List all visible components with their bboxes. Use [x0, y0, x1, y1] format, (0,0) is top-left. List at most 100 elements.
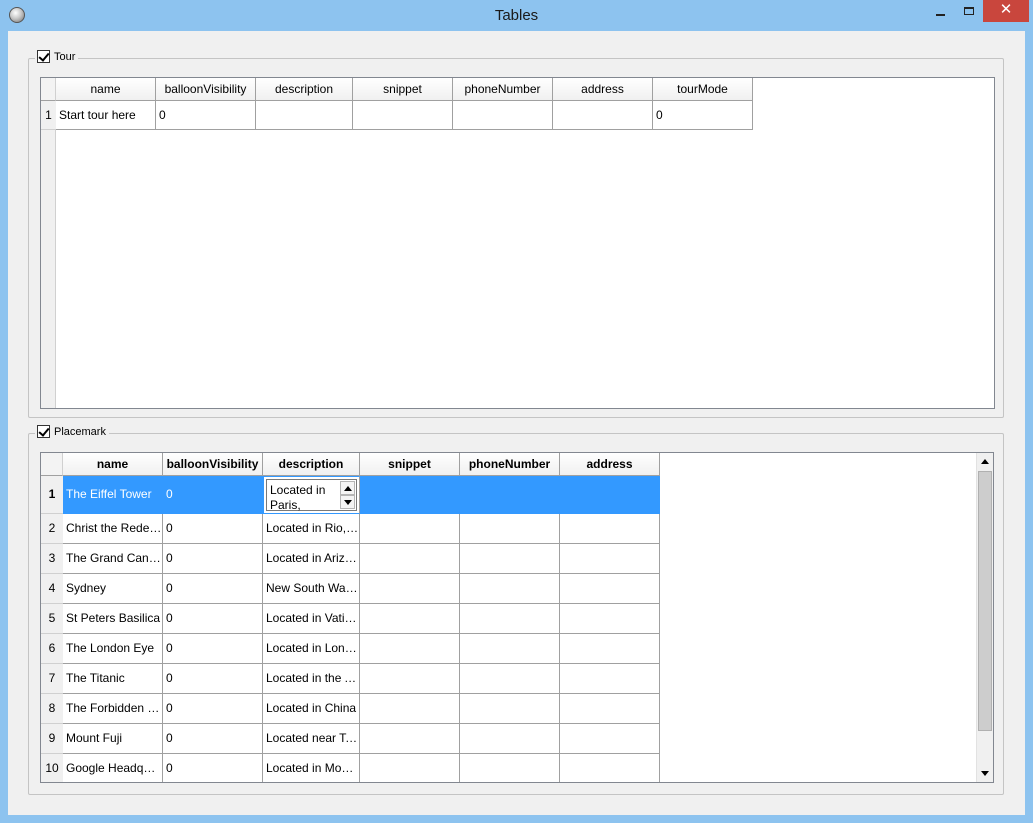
- placemark-row-header[interactable]: 1: [41, 476, 63, 514]
- placemark-cell-name[interactable]: The Titanic: [63, 664, 163, 694]
- placemark-cell-address[interactable]: [560, 634, 660, 664]
- placemark-cell-phoneNumber[interactable]: [460, 724, 560, 754]
- scroll-up-icon[interactable]: [977, 453, 993, 470]
- placemark-cell-phoneNumber[interactable]: [460, 514, 560, 544]
- placemark-cell-snippet[interactable]: [360, 604, 460, 634]
- placemark-cell-name[interactable]: Google Headquarters: [63, 754, 163, 782]
- placemark-col-header-description[interactable]: description: [263, 453, 360, 476]
- placemark-col-header-snippet[interactable]: snippet: [360, 453, 460, 476]
- placemark-row-header[interactable]: 3: [41, 544, 63, 574]
- spin-down-icon[interactable]: [340, 495, 355, 509]
- placemark-row-header[interactable]: 10: [41, 754, 63, 782]
- placemark-cell-snippet[interactable]: [360, 574, 460, 604]
- tour-cell-description[interactable]: [256, 101, 353, 130]
- tour-cell-phoneNumber[interactable]: [453, 101, 553, 130]
- tour-col-header-phoneNumber[interactable]: phoneNumber: [453, 78, 553, 101]
- tour-col-header-tourMode[interactable]: tourMode: [653, 78, 753, 101]
- placemark-cell-name[interactable]: The Grand Canyon: [63, 544, 163, 574]
- tour-cell-balloonVisibility[interactable]: 0: [156, 101, 256, 130]
- placemark-cell-name[interactable]: The Forbidden City: [63, 694, 163, 724]
- scroll-down-icon[interactable]: [977, 765, 993, 782]
- description-editor-text[interactable]: Located in Paris, France: [270, 483, 340, 513]
- placemark-cell-description[interactable]: Located in Rio, Brazil: [263, 514, 360, 544]
- placemark-cell-snippet[interactable]: [360, 544, 460, 574]
- placemark-col-header-name[interactable]: name: [63, 453, 163, 476]
- placemark-cell-name[interactable]: The Eiffel Tower: [63, 476, 163, 514]
- placemark-checkbox[interactable]: [37, 425, 50, 438]
- placemark-cell-phoneNumber[interactable]: [460, 544, 560, 574]
- placemark-cell-name[interactable]: St Peters Basilica: [63, 604, 163, 634]
- placemark-cell-phoneNumber[interactable]: [460, 664, 560, 694]
- placemark-cell-description[interactable]: Located in the Atlantic: [263, 664, 360, 694]
- tour-cell-snippet[interactable]: [353, 101, 453, 130]
- tour-col-header-address[interactable]: address: [553, 78, 653, 101]
- placemark-cell-snippet[interactable]: [360, 634, 460, 664]
- placemark-cell-description[interactable]: Located in Paris, France: [263, 476, 360, 514]
- placemark-cell-balloonVisibility[interactable]: 0: [163, 476, 263, 514]
- placemark-cell-balloonVisibility[interactable]: 0: [163, 574, 263, 604]
- placemark-cell-description[interactable]: Located in Arizona: [263, 544, 360, 574]
- placemark-cell-balloonVisibility[interactable]: 0: [163, 694, 263, 724]
- placemark-cell-snippet[interactable]: [360, 724, 460, 754]
- placemark-cell-address[interactable]: [560, 514, 660, 544]
- placemark-row-header[interactable]: 9: [41, 724, 63, 754]
- placemark-cell-snippet[interactable]: [360, 664, 460, 694]
- placemark-row-header[interactable]: 4: [41, 574, 63, 604]
- placemark-cell-name[interactable]: Mount Fuji: [63, 724, 163, 754]
- placemark-col-header-balloonVisibility[interactable]: balloonVisibility: [163, 453, 263, 476]
- minimize-button[interactable]: [925, 0, 955, 22]
- placemark-col-header-phoneNumber[interactable]: phoneNumber: [460, 453, 560, 476]
- close-button[interactable]: ✕: [983, 0, 1029, 22]
- placemark-cell-address[interactable]: [560, 754, 660, 782]
- placemark-cell-snippet[interactable]: [360, 476, 460, 514]
- placemark-cell-balloonVisibility[interactable]: 0: [163, 604, 263, 634]
- description-editor[interactable]: Located in Paris, France: [266, 479, 357, 513]
- placemark-cell-description[interactable]: New South Wales: [263, 574, 360, 604]
- placemark-row-header[interactable]: 5: [41, 604, 63, 634]
- placemark-cell-balloonVisibility[interactable]: 0: [163, 754, 263, 782]
- placemark-row-header[interactable]: 6: [41, 634, 63, 664]
- tour-col-header-snippet[interactable]: snippet: [353, 78, 453, 101]
- placemark-cell-phoneNumber[interactable]: [460, 574, 560, 604]
- spin-up-icon[interactable]: [340, 481, 355, 495]
- placemark-cell-snippet[interactable]: [360, 514, 460, 544]
- placemark-cell-address[interactable]: [560, 476, 660, 514]
- placemark-cell-name[interactable]: Christ the Redeemer: [63, 514, 163, 544]
- placemark-cell-name[interactable]: The London Eye: [63, 634, 163, 664]
- placemark-cell-balloonVisibility[interactable]: 0: [163, 544, 263, 574]
- tour-col-header-balloonVisibility[interactable]: balloonVisibility: [156, 78, 256, 101]
- tour-col-header-name[interactable]: name: [56, 78, 156, 101]
- tour-cell-tourMode[interactable]: 0: [653, 101, 753, 130]
- tour-cell-address[interactable]: [553, 101, 653, 130]
- tour-table[interactable]: name balloonVisibility description snippet p…: [40, 77, 995, 409]
- tour-checkbox[interactable]: [37, 50, 50, 63]
- placemark-cell-address[interactable]: [560, 574, 660, 604]
- placemark-cell-description[interactable]: Located in London: [263, 634, 360, 664]
- placemark-cell-snippet[interactable]: [360, 694, 460, 724]
- placemark-cell-snippet[interactable]: [360, 754, 460, 782]
- placemark-cell-name[interactable]: Sydney: [63, 574, 163, 604]
- placemark-cell-balloonVisibility[interactable]: 0: [163, 634, 263, 664]
- placemark-cell-address[interactable]: [560, 694, 660, 724]
- placemark-row-header[interactable]: 7: [41, 664, 63, 694]
- placemark-cell-description[interactable]: Located in Mountain View: [263, 754, 360, 782]
- placemark-col-header-address[interactable]: address: [560, 453, 660, 476]
- placemark-cell-phoneNumber[interactable]: [460, 694, 560, 724]
- placemark-table[interactable]: name balloonVisibility description snippet p…: [40, 452, 994, 783]
- tour-col-header-description[interactable]: description: [256, 78, 353, 101]
- placemark-cell-address[interactable]: [560, 544, 660, 574]
- placemark-cell-phoneNumber[interactable]: [460, 604, 560, 634]
- placemark-cell-balloonVisibility[interactable]: 0: [163, 664, 263, 694]
- placemark-cell-address[interactable]: [560, 604, 660, 634]
- placemark-cell-address[interactable]: [560, 724, 660, 754]
- tour-cell-name[interactable]: Start tour here: [56, 101, 156, 130]
- maximize-button[interactable]: [955, 0, 983, 22]
- placemark-cell-description[interactable]: Located in Vatican City: [263, 604, 360, 634]
- placemark-cell-balloonVisibility[interactable]: 0: [163, 724, 263, 754]
- placemark-cell-description[interactable]: Located in China: [263, 694, 360, 724]
- placemark-row-header[interactable]: 8: [41, 694, 63, 724]
- placemark-cell-description[interactable]: Located near Tokyo: [263, 724, 360, 754]
- tour-row-header[interactable]: 1: [41, 101, 56, 130]
- placemark-cell-balloonVisibility[interactable]: 0: [163, 514, 263, 544]
- placemark-cell-phoneNumber[interactable]: [460, 476, 560, 514]
